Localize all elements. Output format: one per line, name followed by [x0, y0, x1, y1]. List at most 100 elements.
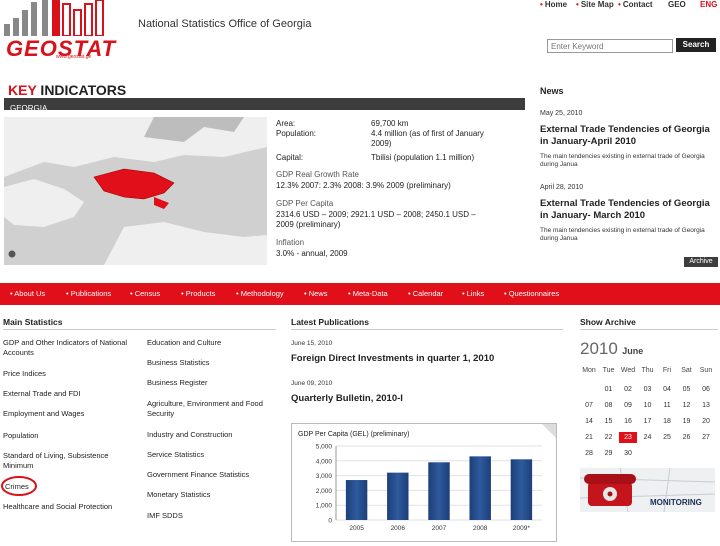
weekday-label: Sat — [681, 367, 692, 374]
lang-geo[interactable]: GEO — [668, 0, 686, 9]
publication-headline[interactable]: Foreign Direct Investments in quarter 1,… — [291, 353, 494, 364]
search-input[interactable] — [547, 39, 673, 53]
calendar-day[interactable]: 29 — [600, 448, 618, 459]
monitoring-banner[interactable]: MONITORING — [579, 467, 716, 513]
calendar-day[interactable]: 19 — [678, 416, 696, 427]
nav-links[interactable]: • Links — [462, 289, 484, 298]
calendar-day[interactable]: 03 — [639, 384, 657, 395]
nav-calendar[interactable]: • Calendar — [408, 289, 443, 298]
calendar-day[interactable]: 16 — [619, 416, 637, 427]
highlight-circle — [1, 476, 37, 496]
calendar-year[interactable]: 2010 — [580, 339, 618, 358]
news-date: April 28, 2010 — [540, 184, 584, 191]
logo-bars-graphic — [4, 0, 104, 36]
stat-link-price-indices[interactable]: Price Indices — [3, 369, 138, 379]
calendar-day[interactable]: 24 — [639, 432, 657, 443]
calendar-day[interactable]: 25 — [658, 432, 676, 443]
georgia-map[interactable] — [4, 117, 267, 265]
calendar-month[interactable]: June — [622, 346, 643, 356]
stat-link-employment[interactable]: Employment and Wages — [3, 409, 138, 419]
news-headline[interactable]: External Trade Tendencies of Georgia in … — [540, 198, 718, 222]
stat-link-business-register[interactable]: Business Register — [147, 378, 282, 388]
nav-news[interactable]: • News — [304, 289, 327, 298]
capital-label: Capital: — [276, 153, 304, 162]
stat-link-population[interactable]: Population — [3, 431, 138, 441]
calendar-day[interactable]: 20 — [697, 416, 715, 427]
divider — [3, 329, 276, 330]
nav-site-map[interactable]: • Site Map — [576, 0, 614, 9]
stat-link-imf-sdds[interactable]: IMF SDDS — [147, 511, 282, 521]
calendar-day[interactable]: 23 — [619, 432, 637, 443]
stat-link-industry[interactable]: Industry and Construction — [147, 430, 282, 440]
gdp-per-capita-value: 2314.6 USD – 2009; 2921.1 USD – 2008; 24… — [276, 210, 476, 219]
key-indicators-title-black: INDICATORS — [36, 82, 127, 98]
stat-link-service[interactable]: Service Statistics — [147, 450, 282, 460]
inflation-value: 3.0% - annual, 2009 — [276, 249, 348, 258]
chart-bar — [345, 480, 368, 520]
nav-questionnaires[interactable]: • Questionnaires — [504, 289, 559, 298]
y-tick-label: 2,000 — [316, 488, 333, 495]
main-navigation: • About Us • Publications • Census • Pro… — [0, 283, 720, 305]
stat-link-agriculture[interactable]: Agriculture, Environment and Food Securi… — [147, 399, 282, 419]
calendar-day[interactable]: 02 — [619, 384, 637, 395]
nav-census[interactable]: • Census — [130, 289, 160, 298]
calendar-day[interactable]: 09 — [619, 400, 637, 411]
calendar-day[interactable]: 11 — [658, 400, 676, 411]
chart-bar — [387, 472, 409, 520]
publication-headline[interactable]: Quarterly Bulletin, 2010-I — [291, 393, 403, 404]
nav-label: Meta-Data — [352, 289, 388, 298]
nav-home[interactable]: • Home — [540, 0, 567, 9]
calendar-day[interactable]: 13 — [697, 400, 715, 411]
nav-publications[interactable]: • Publications — [66, 289, 111, 298]
stat-link-healthcare[interactable]: Healthcare and Social Protection — [3, 502, 138, 512]
calendar-day[interactable]: 17 — [639, 416, 657, 427]
lang-eng[interactable]: ENG — [700, 0, 717, 9]
telephone-icon — [584, 474, 636, 506]
news-headline[interactable]: External Trade Tendencies of Georgia in … — [540, 124, 718, 148]
chart-bar — [428, 462, 450, 520]
calendar-day[interactable]: 15 — [600, 416, 618, 427]
news-body: The main tendencies existing in external… — [540, 227, 705, 242]
capital-value: Tbilisi (population 1.1 million) — [371, 153, 475, 162]
calendar-day[interactable]: 14 — [580, 416, 598, 427]
calendar-day[interactable]: 27 — [697, 432, 715, 443]
key-indicators-title: KEY INDICATORS — [8, 82, 126, 98]
stat-link-business-statistics[interactable]: Business Statistics — [147, 358, 282, 368]
calendar-day[interactable]: 01 — [600, 384, 618, 395]
nav-about-us[interactable]: • About Us — [10, 289, 45, 298]
search-button[interactable]: Search — [676, 38, 716, 52]
stat-link-government-finance[interactable]: Government Finance Statistics — [147, 470, 282, 480]
stat-link-monetary[interactable]: Monetary Statistics — [147, 490, 282, 500]
y-tick-label: 0 — [328, 518, 332, 525]
calendar-day[interactable]: 21 — [580, 432, 598, 443]
calendar-day[interactable]: 28 — [580, 448, 598, 459]
nav-meta-data[interactable]: • Meta-Data — [348, 289, 388, 298]
stat-link-education[interactable]: Education and Culture — [147, 338, 282, 348]
weekday-label: Thu — [641, 367, 654, 374]
y-tick-label: 3,000 — [316, 473, 333, 480]
news-body: The main tendencies existing in external… — [540, 153, 705, 168]
map-graphic — [4, 117, 267, 265]
calendar-day[interactable]: 05 — [678, 384, 696, 395]
news-archive-button[interactable]: Archive — [684, 257, 718, 267]
calendar-day[interactable]: 22 — [600, 432, 618, 443]
calendar-day[interactable]: 12 — [678, 400, 696, 411]
key-indicators-title-red: KEY — [8, 82, 37, 98]
calendar-day[interactable]: 04 — [658, 384, 676, 395]
calendar-day[interactable]: 07 — [580, 400, 598, 411]
calendar-day[interactable]: 18 — [658, 416, 676, 427]
stat-link-standard-of-living[interactable]: Standard of Living, Subsistence Minimum — [3, 451, 138, 471]
stat-link-external-trade[interactable]: External Trade and FDI — [3, 389, 138, 399]
calendar-day[interactable]: 30 — [619, 448, 637, 459]
nav-label: About Us — [14, 289, 46, 298]
nav-contact[interactable]: • Contact — [618, 0, 653, 9]
calendar-day[interactable]: 26 — [678, 432, 696, 443]
calendar-day[interactable]: 10 — [639, 400, 657, 411]
calendar-day[interactable]: 06 — [697, 384, 715, 395]
nav-methodology[interactable]: • Methodology — [236, 289, 284, 298]
nav-label: News — [308, 289, 328, 298]
nav-products[interactable]: • Products — [181, 289, 215, 298]
stat-link-gdp[interactable]: GDP and Other Indicators of National Acc… — [3, 338, 138, 358]
calendar-day[interactable]: 08 — [600, 400, 618, 411]
weekday-label: Wed — [620, 367, 636, 374]
